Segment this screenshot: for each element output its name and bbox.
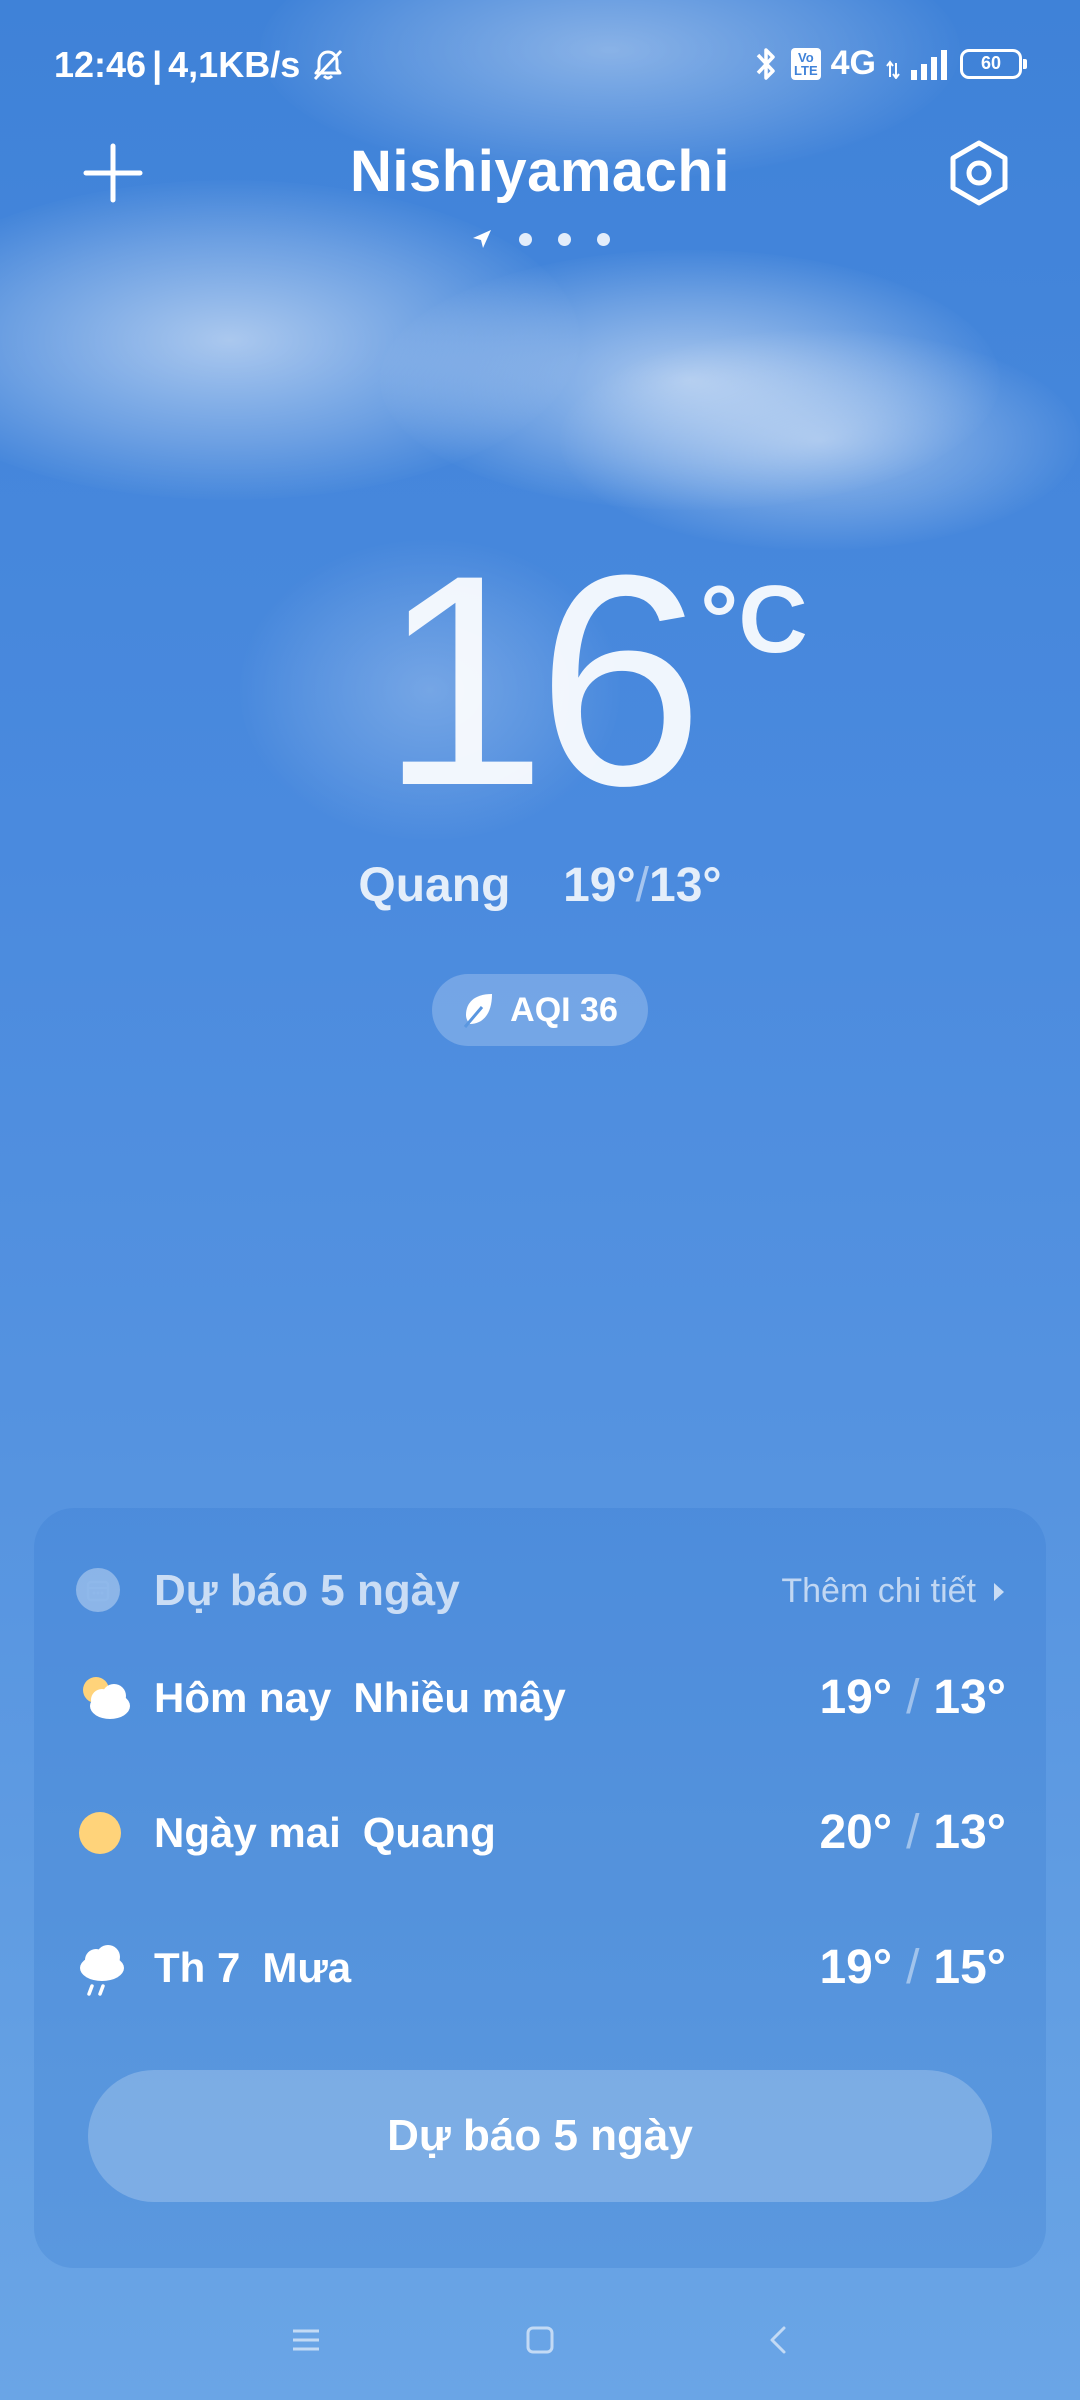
forecast-day: Ngày mai <box>154 1809 341 1856</box>
page-dot <box>518 232 532 246</box>
forecast-row[interactable]: Th 7 Mưa 19°/15° <box>76 1928 1006 2008</box>
temp-separator: / <box>635 859 650 912</box>
forecast-separator: / <box>906 1941 920 1994</box>
menu-icon <box>293 2329 319 2351</box>
more-details-label: Thêm chi tiết <box>781 1572 976 1610</box>
volte-icon: Vo LTE <box>791 47 821 80</box>
forecast-low: 13° <box>933 1806 1006 1859</box>
forecast-low: 15° <box>933 1941 1006 1994</box>
signal-icon <box>910 48 950 80</box>
forecast-day: Th 7 <box>154 1944 241 1991</box>
condition-text: Quang <box>358 859 511 912</box>
partly-cloudy-icon <box>76 1672 132 1724</box>
temperature-value: 16 <box>380 512 704 848</box>
forecast-row[interactable]: Hôm nay Nhiều mây 19°/13° <box>76 1658 1006 1738</box>
data-arrows-icon <box>886 49 900 79</box>
status-time: 12:46 <box>54 44 147 85</box>
forecast-button-label: Dự báo 5 ngày <box>387 2111 693 2160</box>
page-dot <box>557 232 571 246</box>
aqi-badge[interactable]: AQI 36 <box>432 974 648 1046</box>
muted-bell-icon <box>310 47 346 83</box>
forecast-condition: Mưa <box>262 1944 352 1991</box>
current-temperature: 16 °C <box>0 515 1080 845</box>
bluetooth-icon <box>751 45 781 83</box>
calendar-icon <box>76 1568 120 1612</box>
low-temp: 13° <box>649 859 722 912</box>
navigation-bar <box>0 2300 1080 2380</box>
location-arrow-icon <box>471 228 493 250</box>
forecast-row[interactable]: Ngày mai Quang 20°/13° <box>76 1793 1006 1873</box>
forecast-high: 20° <box>819 1806 893 1859</box>
forecast-condition: Quang <box>362 1809 496 1856</box>
more-details-link[interactable]: Thêm chi tiết <box>781 1572 1006 1611</box>
battery-level: 60 <box>980 53 1002 73</box>
weather-screen: 12:46 | 4,1KB/s Vo LTE 4G 60 Nishiyamach… <box>0 0 1080 2400</box>
home-button[interactable] <box>510 2310 570 2370</box>
forecast-card: Dự báo 5 ngày Thêm chi tiết Hôm nay Nhiề… <box>34 1508 1046 2268</box>
rain-cloud-icon <box>76 1942 132 1996</box>
forecast-separator: / <box>906 1671 920 1724</box>
high-temp: 19° <box>563 859 636 912</box>
network-type: 4G <box>830 44 876 82</box>
back-chevron-icon <box>770 2326 786 2354</box>
chevron-right-icon <box>992 1581 1006 1603</box>
settings-button[interactable] <box>944 138 1014 208</box>
temperature-unit: °C <box>700 566 808 673</box>
city-name: Nishiyamachi <box>350 139 730 204</box>
battery-icon: 60 <box>960 48 1027 79</box>
status-separator: | <box>152 44 163 85</box>
status-bar: 12:46 | 4,1KB/s Vo LTE 4G 60 <box>0 0 1080 130</box>
recent-apps-button[interactable] <box>276 2310 336 2370</box>
forecast-high: 19° <box>819 1671 893 1724</box>
forecast-high: 19° <box>819 1941 893 1994</box>
page-indicator <box>0 228 1080 250</box>
settings-hexagon-icon <box>950 140 1008 206</box>
forecast-card-header: Dự báo 5 ngày Thêm chi tiết <box>76 1560 1006 1630</box>
current-condition: Quang 19°/13° <box>0 858 1080 913</box>
back-button[interactable] <box>748 2310 808 2370</box>
sun-icon <box>76 1807 132 1859</box>
forecast-day: Hôm nay <box>154 1674 332 1721</box>
page-dot <box>596 232 610 246</box>
forecast-title: Dự báo 5 ngày <box>154 1566 460 1615</box>
leaf-icon <box>462 991 496 1029</box>
aqi-label: AQI 36 <box>510 990 618 1029</box>
square-icon <box>526 2326 554 2354</box>
forecast-separator: / <box>906 1806 920 1859</box>
forecast-low: 13° <box>933 1671 1006 1724</box>
network-speed: 4,1KB/s <box>168 44 301 85</box>
five-day-forecast-button[interactable]: Dự báo 5 ngày <box>88 2070 992 2202</box>
forecast-condition: Nhiều mây <box>353 1674 566 1721</box>
